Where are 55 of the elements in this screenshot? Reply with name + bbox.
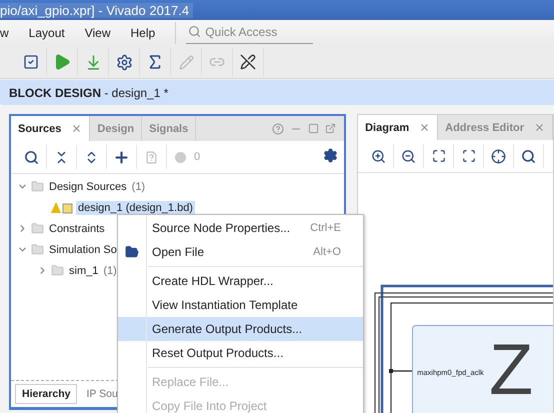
block-title: Z (489, 334, 534, 406)
folder-icon (31, 222, 44, 235)
folder-icon (31, 243, 44, 256)
folder-icon (51, 264, 64, 277)
header-title: BLOCK DESIGN - design_1 * (9, 86, 168, 100)
settings-icon[interactable] (323, 148, 338, 163)
folder-icon (31, 180, 44, 193)
close-icon[interactable] (419, 122, 430, 133)
maximize-icon[interactable] (308, 123, 320, 134)
window-title: pio/axi_gpio.xpr] - Vivado 2017.4 (0, 2, 194, 18)
tree-item[interactable]: Constraints (47, 222, 107, 236)
port-wire (389, 369, 414, 373)
tree-item[interactable]: Simulation So (47, 242, 119, 256)
close-icon[interactable] (71, 123, 82, 134)
menu-item[interactable]: View Instantiation Template (118, 293, 363, 317)
menu-item[interactable]: Open File Alt+O (118, 240, 363, 264)
folder-icon (125, 245, 139, 259)
float-icon[interactable] (325, 123, 336, 134)
menu-item[interactable]: Source Node Properties... Ctrl+E (118, 216, 363, 240)
settings-icon (116, 54, 132, 70)
menu-item[interactable]: w (0, 26, 9, 40)
tree-item[interactable]: Design Sources (47, 180, 129, 194)
plus-icon (113, 148, 130, 166)
slashed-pen-icon (240, 54, 256, 70)
panel-tab[interactable]: Sources (11, 116, 90, 141)
item-count: (1) (132, 180, 146, 192)
crosshair-icon (491, 148, 506, 164)
question-file-icon (145, 150, 158, 164)
menu-item[interactable]: Layout (28, 26, 65, 40)
tree-item[interactable]: sim_1 (67, 264, 100, 278)
menu-item[interactable]: Create HDL Wrapper... (118, 269, 363, 293)
search-icon (521, 148, 536, 164)
tree-item[interactable]: design_1 (design_1.bd) (76, 200, 195, 214)
checkbox-icon (23, 54, 39, 70)
pencil-icon (178, 54, 194, 70)
message-count: 0 (193, 151, 200, 163)
quick-access-field[interactable]: Quick Access (205, 24, 306, 38)
bottom-tab[interactable]: Hierarchy (15, 384, 78, 404)
search-icon (188, 25, 202, 38)
item-count: (1) (103, 264, 117, 276)
play-icon (53, 53, 71, 71)
zoom-out-icon (401, 148, 416, 164)
zoom-in-icon (371, 148, 386, 164)
menu-item[interactable]: Reset Output Products... (118, 341, 363, 365)
close-icon[interactable] (534, 122, 545, 133)
warning-block-icon (51, 202, 73, 214)
dot-icon (175, 152, 186, 162)
search-icon (24, 150, 39, 164)
scan-icon (462, 149, 476, 163)
menu-item[interactable]: Help (130, 26, 156, 40)
panel-tab[interactable]: Diagram (358, 115, 438, 140)
menu-item[interactable]: Generate Output Products... (118, 317, 363, 341)
help-icon[interactable] (272, 122, 284, 134)
menu-item[interactable]: View (84, 26, 110, 40)
fit-icon (432, 149, 446, 163)
